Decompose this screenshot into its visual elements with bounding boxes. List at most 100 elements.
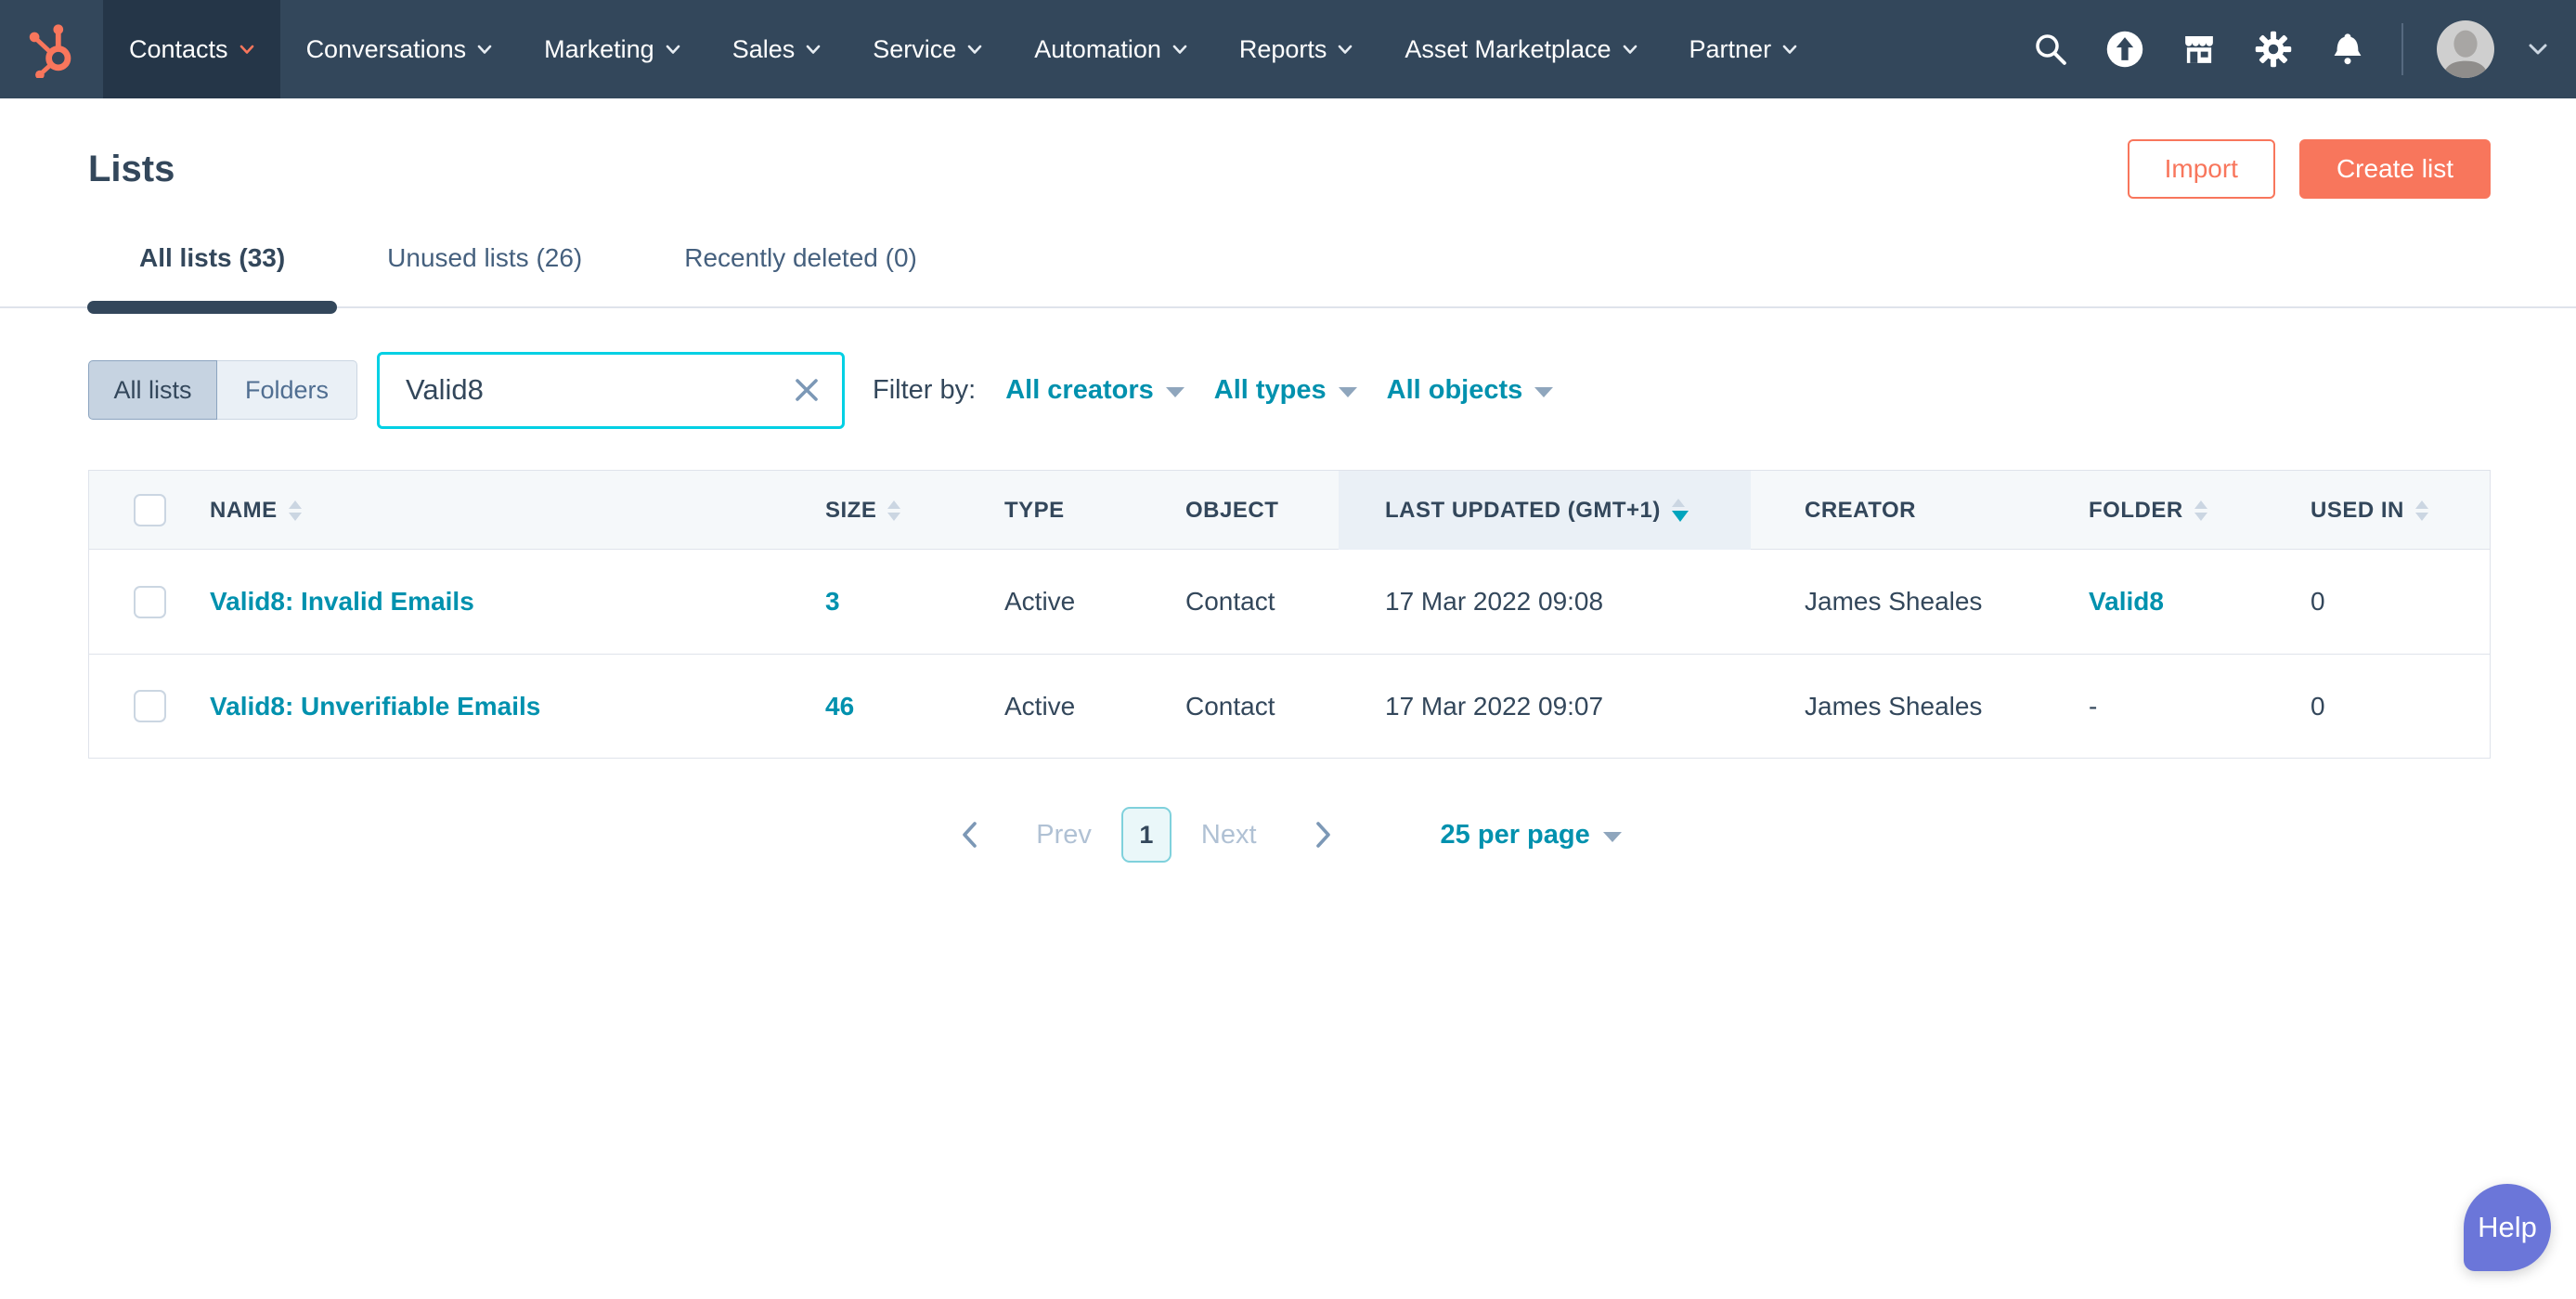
- chevron-down-icon: [1782, 45, 1797, 55]
- nav-utility-area: [2030, 0, 2576, 98]
- marketplace-icon[interactable]: [2179, 29, 2220, 70]
- header-actions: Import Create list: [2128, 139, 2491, 199]
- sort-icon: [2415, 500, 2428, 521]
- dropdown-label: All creators: [1005, 375, 1154, 406]
- avatar[interactable]: [2437, 20, 2494, 78]
- chevron-down-icon: [967, 45, 982, 55]
- lists-page: Contacts Conversations Marketing Sales S…: [0, 0, 2576, 1299]
- nav-item-label: Conversations: [306, 35, 467, 64]
- table-row: Valid8: Unverifiable Emails 46 Active Co…: [89, 654, 2490, 758]
- per-page-label: 25 per page: [1441, 820, 1590, 851]
- chevron-down-icon: [239, 45, 254, 55]
- tab-recently-deleted[interactable]: Recently deleted (0): [633, 227, 968, 306]
- create-list-button[interactable]: Create list: [2299, 139, 2491, 199]
- nav-item-sales[interactable]: Sales: [706, 0, 848, 98]
- folder-cell: -: [2089, 692, 2311, 721]
- sort-icon: [887, 500, 900, 521]
- hubspot-sprocket-logo: [23, 20, 81, 78]
- import-button[interactable]: Import: [2128, 139, 2275, 199]
- row-checkbox[interactable]: [134, 586, 166, 618]
- nav-item-service[interactable]: Service: [847, 0, 1008, 98]
- filter-by-label: Filter by:: [873, 375, 976, 406]
- settings-gear-icon[interactable]: [2253, 29, 2294, 70]
- row-checkbox[interactable]: [134, 690, 166, 722]
- list-name-cell: Valid8: Invalid Emails: [210, 587, 825, 617]
- nav-item-label: Marketing: [544, 35, 654, 64]
- select-all-checkbox[interactable]: [134, 494, 166, 526]
- nav-item-partner[interactable]: Partner: [1663, 0, 1824, 98]
- size-link[interactable]: 3: [825, 587, 840, 617]
- column-header-last-updated[interactable]: LAST UPDATED (GMT+1): [1339, 471, 1751, 550]
- column-header-used-in[interactable]: USED IN: [2311, 498, 2490, 524]
- dropdown-triangle-icon: [1166, 387, 1184, 397]
- row-select-cell: [89, 690, 210, 722]
- sort-desc-active-icon: [1672, 499, 1689, 522]
- dropdown-all-types[interactable]: All types: [1214, 375, 1357, 406]
- page-header: Lists Import Create list: [88, 139, 2491, 199]
- column-label: CREATOR: [1805, 498, 1916, 524]
- clear-search-icon[interactable]: [791, 374, 822, 406]
- chevron-down-icon: [1623, 45, 1638, 55]
- column-label: FOLDER: [2089, 498, 2183, 524]
- help-button[interactable]: Help: [2464, 1184, 2551, 1271]
- column-header-name[interactable]: NAME: [210, 498, 825, 524]
- toggle-all-lists[interactable]: All lists: [88, 360, 217, 420]
- search-input[interactable]: [377, 352, 845, 429]
- tab-all-lists[interactable]: All lists (33): [88, 227, 336, 306]
- next-chevron-icon[interactable]: [1307, 819, 1339, 851]
- column-label: USED IN: [2311, 498, 2404, 524]
- nav-item-label: Contacts: [129, 35, 228, 64]
- nav-item-marketing[interactable]: Marketing: [518, 0, 706, 98]
- filter-row: All lists Folders Filter by: All creator…: [88, 351, 2491, 429]
- lists-table: NAME SIZE TYPE OBJECT LAST UPDATED (GMT+…: [88, 470, 2491, 759]
- type-cell: Active: [1004, 692, 1185, 721]
- prev-button[interactable]: Prev: [1036, 820, 1092, 851]
- nav-item-asset-marketplace[interactable]: Asset Marketplace: [1379, 0, 1663, 98]
- column-label: SIZE: [825, 498, 876, 524]
- list-name-cell: Valid8: Unverifiable Emails: [210, 692, 825, 721]
- dropdown-all-creators[interactable]: All creators: [1005, 375, 1184, 406]
- nav-item-automation[interactable]: Automation: [1008, 0, 1213, 98]
- dropdown-label: All types: [1214, 375, 1327, 406]
- column-header-object: OBJECT: [1185, 498, 1339, 524]
- last-updated-cell: 17 Mar 2022 09:08: [1339, 587, 1751, 617]
- nav-item-contacts[interactable]: Contacts: [103, 0, 280, 98]
- used-in-cell: 0: [2311, 587, 2490, 617]
- nav-item-label: Partner: [1689, 35, 1772, 64]
- current-page-button[interactable]: 1: [1121, 807, 1171, 863]
- account-chevron-down-icon[interactable]: [2528, 43, 2548, 56]
- top-navigation-bar: Contacts Conversations Marketing Sales S…: [0, 0, 2576, 98]
- folder-link[interactable]: Valid8: [2089, 587, 2164, 617]
- column-header-type: TYPE: [1004, 498, 1185, 524]
- upgrade-icon[interactable]: [2104, 29, 2145, 70]
- next-button[interactable]: Next: [1201, 820, 1257, 851]
- column-header-folder[interactable]: FOLDER: [2089, 498, 2311, 524]
- object-cell: Contact: [1185, 692, 1339, 721]
- per-page-dropdown[interactable]: 25 per page: [1441, 820, 1622, 851]
- nav-item-conversations[interactable]: Conversations: [280, 0, 519, 98]
- column-label: LAST UPDATED (GMT+1): [1385, 498, 1661, 524]
- list-name-link[interactable]: Valid8: Invalid Emails: [210, 587, 474, 617]
- tab-unused-lists[interactable]: Unused lists (26): [336, 227, 633, 306]
- size-cell: 46: [825, 692, 1004, 721]
- hubspot-logo[interactable]: [0, 0, 103, 98]
- chevron-down-icon: [1172, 45, 1187, 55]
- size-link[interactable]: 46: [825, 692, 854, 721]
- dropdown-triangle-icon: [1534, 387, 1553, 397]
- tabs-strip: All lists (33) Unused lists (26) Recentl…: [0, 227, 2576, 308]
- column-header-size[interactable]: SIZE: [825, 498, 1004, 524]
- toggle-folders[interactable]: Folders: [217, 360, 357, 420]
- prev-chevron-icon[interactable]: [954, 819, 986, 851]
- dropdown-all-objects[interactable]: All objects: [1387, 375, 1554, 406]
- column-label: NAME: [210, 498, 278, 524]
- creator-cell: James Sheales: [1751, 692, 2089, 721]
- chevron-down-icon: [477, 45, 492, 55]
- nav-item-reports[interactable]: Reports: [1213, 0, 1379, 98]
- select-all-cell: [89, 494, 210, 526]
- last-updated-cell: 17 Mar 2022 09:07: [1339, 692, 1751, 721]
- notifications-bell-icon[interactable]: [2327, 29, 2368, 70]
- nav-item-label: Reports: [1239, 35, 1327, 64]
- nav-item-label: Automation: [1034, 35, 1161, 64]
- list-name-link[interactable]: Valid8: Unverifiable Emails: [210, 692, 540, 721]
- search-icon[interactable]: [2030, 29, 2071, 70]
